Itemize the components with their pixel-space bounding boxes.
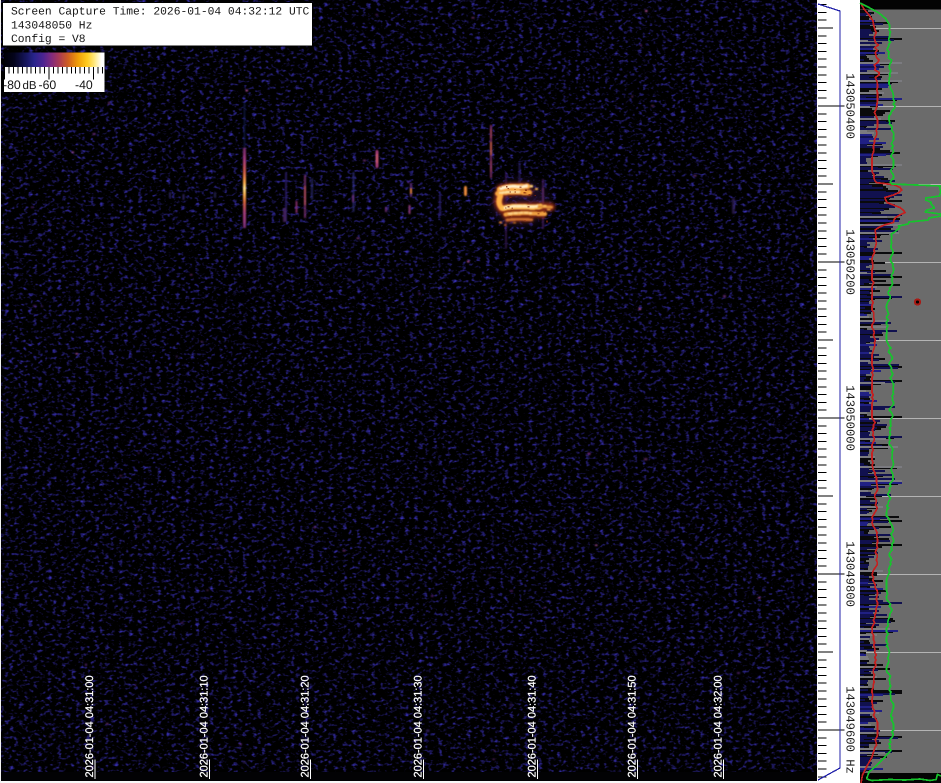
svg-text:143049600 Hz: 143049600 Hz	[843, 686, 857, 774]
svg-text:-80: -80	[3, 78, 21, 92]
svg-text:143050200: 143050200	[843, 229, 857, 295]
svg-text:2026-01-04 04:31:00: 2026-01-04 04:31:00	[84, 675, 96, 777]
svg-text:2026-01-04 04:31:20: 2026-01-04 04:31:20	[299, 675, 311, 777]
svg-text:Screen Capture Time: 2026-01-0: Screen Capture Time: 2026-01-04 04:32:12…	[11, 6, 310, 19]
svg-text:143050000: 143050000	[843, 385, 857, 451]
svg-text:-40: -40	[75, 78, 93, 92]
svg-text:dB: dB	[23, 80, 37, 92]
svg-text:Config = V8: Config = V8	[11, 33, 86, 46]
svg-text:143048050 Hz: 143048050 Hz	[11, 20, 92, 32]
svg-text:143049800: 143049800	[843, 541, 857, 607]
svg-text:2026-01-04 04:31:30: 2026-01-04 04:31:30	[412, 675, 424, 777]
svg-text:2026-01-04 04:31:40: 2026-01-04 04:31:40	[526, 675, 538, 777]
svg-text:2026-01-04 04:31:50: 2026-01-04 04:31:50	[626, 675, 638, 777]
svg-text:-60: -60	[39, 78, 57, 92]
svg-text:2026-01-04 04:32:00: 2026-01-04 04:32:00	[712, 675, 724, 777]
svg-text:2026-01-04 04:31:10: 2026-01-04 04:31:10	[198, 675, 210, 777]
svg-text:143050400: 143050400	[843, 73, 857, 139]
